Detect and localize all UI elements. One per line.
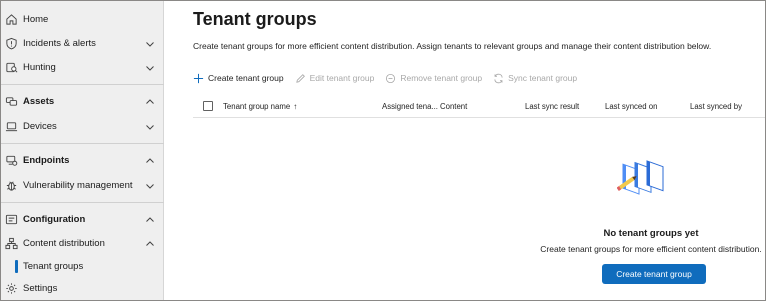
add-icon [193,73,204,84]
column-header-tenant-group-name[interactable]: Tenant group name ↑ [223,102,297,111]
chevron-down-icon[interactable] [145,122,155,132]
remove-icon [385,73,396,84]
sidebar-item-label: Content distribution [23,238,105,249]
edit-tenant-group-button[interactable]: Edit tenant group [295,73,375,84]
column-label: Tenant group name [223,102,291,111]
hierarchy-icon [5,237,18,250]
assets-icon [5,95,18,108]
laptop-icon [5,120,18,133]
page-description: Create tenant groups for more efficient … [193,41,712,51]
gear-icon [5,282,18,295]
edit-tenant-group-label: Edit tenant group [309,73,375,83]
sidebar-item-label: Tenant groups [23,261,84,272]
column-header-assigned-tenants[interactable]: Assigned tena... [382,102,438,111]
sidebar-item-label: Home [23,14,49,25]
chevron-up-icon[interactable] [145,97,155,107]
sidebar-item-incidents-alerts[interactable]: Incidents & alerts [1,33,164,55]
remove-tenant-group-button[interactable]: Remove tenant group [385,73,482,84]
edit-icon [295,73,306,84]
sidebar-divider [1,84,164,85]
sidebar-item-label: Vulnerability management [23,180,133,191]
empty-state-title: No tenant groups yet [603,228,699,239]
table-header: Tenant group name ↑ Assigned tena... Cont… [193,96,765,118]
sidebar-item-label: Devices [23,121,57,132]
toolbar: Create tenant group Edit tenant group Re… [193,69,765,87]
sidebar-item-label: Endpoints [23,155,70,166]
create-tenant-group-primary-button[interactable]: Create tenant group [602,264,706,284]
sort-ascending-icon: ↑ [293,102,298,111]
create-tenant-group-label: Create tenant group [208,73,284,83]
create-tenant-group-button[interactable]: Create tenant group [193,73,284,84]
sidebar-section-configuration[interactable]: Configuration [1,209,164,231]
sidebar-item-devices[interactable]: Devices [1,116,164,138]
shield-icon [5,37,18,50]
sidebar-divider [1,202,164,203]
bug-icon [5,179,18,192]
sidebar-item-settings[interactable]: Settings [1,278,164,300]
configuration-icon [5,213,18,226]
sidebar-section-assets[interactable]: Assets [1,91,164,113]
home-icon [5,13,18,26]
empty-state-illustration [616,156,687,211]
column-header-last-synced-on[interactable]: Last synced on [605,102,657,111]
sidebar-section-endpoints[interactable]: Endpoints [1,150,164,172]
sync-tenant-group-button[interactable]: Sync tenant group [493,73,577,84]
hunting-icon [5,61,18,74]
chevron-down-icon[interactable] [145,39,155,49]
chevron-up-icon[interactable] [145,239,155,249]
sync-icon [493,73,504,84]
sidebar-item-vulnerability-management[interactable]: Vulnerability management [1,175,164,197]
page-title: Tenant groups [193,9,317,29]
endpoints-icon [5,154,18,167]
chevron-up-icon[interactable] [145,156,155,166]
remove-tenant-group-label: Remove tenant group [400,73,483,83]
empty-state-description: Create tenant groups for more efficient … [540,244,762,254]
sync-tenant-group-label: Sync tenant group [508,73,578,83]
chevron-down-icon[interactable] [145,63,155,73]
sidebar-item-label: Configuration [23,214,86,225]
main-content: Tenant groups Create tenant groups for m… [165,1,765,300]
sidebar-item-label: Incidents & alerts [23,38,96,49]
column-header-content[interactable]: Content [440,102,467,111]
sidebar-item-content-distribution[interactable]: Content distribution [1,233,164,255]
column-header-last-sync-result[interactable]: Last sync result [525,102,579,111]
chevron-down-icon[interactable] [145,181,155,191]
sidebar-item-label: Assets [23,96,55,107]
sidebar-item-hunting[interactable]: Hunting [1,57,164,79]
chevron-up-icon[interactable] [145,215,155,225]
column-header-last-synced-by[interactable]: Last synced by [690,102,742,111]
select-all-checkbox[interactable] [203,101,213,111]
sidebar-divider [1,143,164,144]
selected-indicator [15,260,18,273]
sidebar-item-label: Hunting [23,62,56,73]
sidebar-item-tenant-groups[interactable]: Tenant groups [1,256,164,278]
sidebar-item-home[interactable]: Home [1,9,164,31]
sidebar-item-label: Settings [23,283,58,294]
sidebar-nav: Home Incidents & alerts Hunting Assets D… [1,1,164,300]
